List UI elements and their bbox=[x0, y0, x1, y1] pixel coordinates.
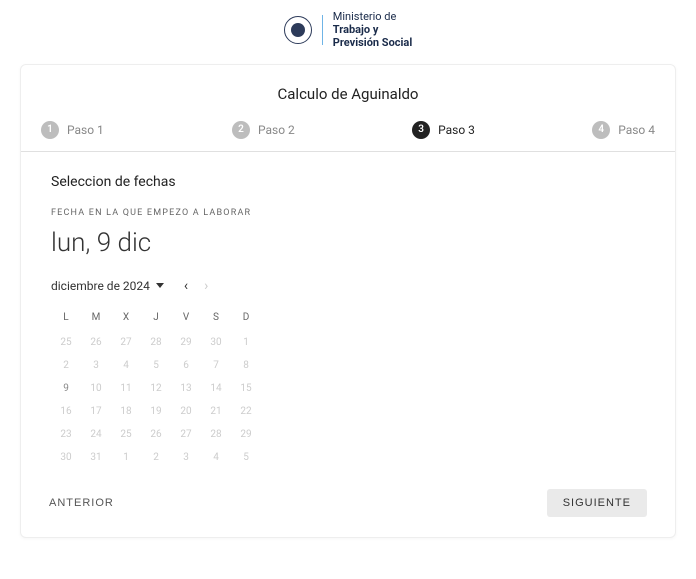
ministry-line2: Trabajo y bbox=[333, 23, 412, 36]
calendar-day[interactable]: 24 bbox=[81, 423, 111, 446]
calendar-day[interactable]: 3 bbox=[171, 446, 201, 469]
calendar-day[interactable]: 1 bbox=[231, 331, 261, 354]
step-3[interactable]: 3 Paso 3 bbox=[373, 121, 514, 139]
calendar-day[interactable]: 4 bbox=[111, 354, 141, 377]
chevron-down-icon bbox=[156, 283, 164, 288]
calendar-day[interactable]: 22 bbox=[231, 400, 261, 423]
calendar-row: 23242526272829 bbox=[51, 423, 261, 446]
content-area: Seleccion de fechas FECHA EN LA QUE EMPE… bbox=[21, 152, 675, 469]
calendar-day[interactable]: 10 bbox=[81, 377, 111, 400]
calendar-day[interactable]: 26 bbox=[141, 423, 171, 446]
step-3-num: 3 bbox=[412, 121, 430, 139]
calendar-day[interactable]: 26 bbox=[81, 331, 111, 354]
app-header: Ministerio de Trabajo y Previsión Social bbox=[0, 0, 696, 64]
calendar: LMXJVSD 25262728293012345678910111213141… bbox=[51, 308, 261, 469]
calendar-day[interactable]: 31 bbox=[81, 446, 111, 469]
field-label: FECHA EN LA QUE EMPEZO A LABORAR bbox=[51, 208, 645, 218]
step-2[interactable]: 2 Paso 2 bbox=[182, 121, 373, 139]
calendar-day[interactable]: 20 bbox=[171, 400, 201, 423]
main-card: Calculo de Aguinaldo 1 Paso 1 2 Paso 2 3… bbox=[20, 64, 676, 538]
step-4[interactable]: 4 Paso 4 bbox=[514, 121, 655, 139]
stepper: 1 Paso 1 2 Paso 2 3 Paso 3 4 Paso 4 bbox=[21, 121, 675, 152]
step-1-num: 1 bbox=[41, 121, 59, 139]
calendar-day[interactable]: 28 bbox=[201, 423, 231, 446]
month-selector[interactable]: diciembre de 2024 bbox=[51, 279, 164, 293]
month-nav: diciembre de 2024 ‹ › bbox=[51, 278, 645, 294]
month-arrows: ‹ › bbox=[184, 278, 208, 294]
next-month-icon: › bbox=[204, 278, 208, 294]
calendar-row: 16171819202122 bbox=[51, 400, 261, 423]
wizard-footer: ANTERIOR SIGUIENTE bbox=[21, 469, 675, 537]
calendar-day[interactable]: 3 bbox=[81, 354, 111, 377]
gov-seal-icon bbox=[284, 16, 312, 44]
header-divider bbox=[322, 15, 323, 45]
calendar-day[interactable]: 4 bbox=[201, 446, 231, 469]
ministry-name: Ministerio de Trabajo y Previsión Social bbox=[333, 10, 412, 50]
calendar-day[interactable]: 27 bbox=[111, 331, 141, 354]
calendar-body: 2526272829301234567891011121314151617181… bbox=[51, 331, 261, 469]
calendar-weekdays: LMXJVSD bbox=[51, 308, 261, 331]
calendar-day[interactable]: 29 bbox=[231, 423, 261, 446]
calendar-day[interactable]: 8 bbox=[231, 354, 261, 377]
ministry-line3: Previsión Social bbox=[333, 36, 412, 49]
calendar-day[interactable]: 12 bbox=[141, 377, 171, 400]
calendar-day[interactable]: 27 bbox=[171, 423, 201, 446]
next-button[interactable]: SIGUIENTE bbox=[547, 489, 647, 517]
calendar-day[interactable]: 6 bbox=[171, 354, 201, 377]
section-title: Seleccion de fechas bbox=[51, 174, 645, 190]
calendar-day[interactable]: 23 bbox=[51, 423, 81, 446]
page-title: Calculo de Aguinaldo bbox=[21, 85, 675, 103]
calendar-day[interactable]: 17 bbox=[81, 400, 111, 423]
calendar-day[interactable]: 21 bbox=[201, 400, 231, 423]
step-4-num: 4 bbox=[592, 121, 610, 139]
step-3-label: Paso 3 bbox=[438, 123, 475, 137]
selected-date-display: lun, 9 dic bbox=[51, 228, 645, 258]
calendar-day[interactable]: 25 bbox=[111, 423, 141, 446]
calendar-day[interactable]: 25 bbox=[51, 331, 81, 354]
calendar-day[interactable]: 5 bbox=[141, 354, 171, 377]
calendar-row: 2345678 bbox=[51, 354, 261, 377]
step-2-num: 2 bbox=[232, 121, 250, 139]
calendar-day[interactable]: 1 bbox=[111, 446, 141, 469]
calendar-day[interactable]: 9 bbox=[51, 377, 81, 400]
calendar-day[interactable]: 30 bbox=[201, 331, 231, 354]
step-4-label: Paso 4 bbox=[618, 123, 655, 137]
calendar-day[interactable]: 30 bbox=[51, 446, 81, 469]
month-label-text: diciembre de 2024 bbox=[51, 279, 150, 293]
ministry-line1: Ministerio de bbox=[333, 10, 412, 23]
step-2-label: Paso 2 bbox=[258, 123, 295, 137]
prev-button[interactable]: ANTERIOR bbox=[49, 497, 114, 509]
calendar-day[interactable]: 18 bbox=[111, 400, 141, 423]
weekday-header: S bbox=[201, 308, 231, 331]
calendar-day[interactable]: 14 bbox=[201, 377, 231, 400]
weekday-header: L bbox=[51, 308, 81, 331]
weekday-header: D bbox=[231, 308, 261, 331]
calendar-day[interactable]: 7 bbox=[201, 354, 231, 377]
calendar-day[interactable]: 29 bbox=[171, 331, 201, 354]
calendar-row: 9101112131415 bbox=[51, 377, 261, 400]
calendar-day[interactable]: 19 bbox=[141, 400, 171, 423]
calendar-day[interactable]: 16 bbox=[51, 400, 81, 423]
calendar-day[interactable]: 28 bbox=[141, 331, 171, 354]
calendar-row: 2526272829301 bbox=[51, 331, 261, 354]
calendar-day[interactable]: 2 bbox=[51, 354, 81, 377]
step-1-label: Paso 1 bbox=[67, 123, 104, 137]
weekday-header: V bbox=[171, 308, 201, 331]
calendar-row: 303112345 bbox=[51, 446, 261, 469]
calendar-day[interactable]: 2 bbox=[141, 446, 171, 469]
weekday-header: J bbox=[141, 308, 171, 331]
calendar-day[interactable]: 13 bbox=[171, 377, 201, 400]
calendar-day[interactable]: 11 bbox=[111, 377, 141, 400]
step-1[interactable]: 1 Paso 1 bbox=[41, 121, 182, 139]
weekday-header: X bbox=[111, 308, 141, 331]
calendar-day[interactable]: 15 bbox=[231, 377, 261, 400]
calendar-day[interactable]: 5 bbox=[231, 446, 261, 469]
prev-month-icon[interactable]: ‹ bbox=[184, 278, 188, 294]
weekday-header: M bbox=[81, 308, 111, 331]
